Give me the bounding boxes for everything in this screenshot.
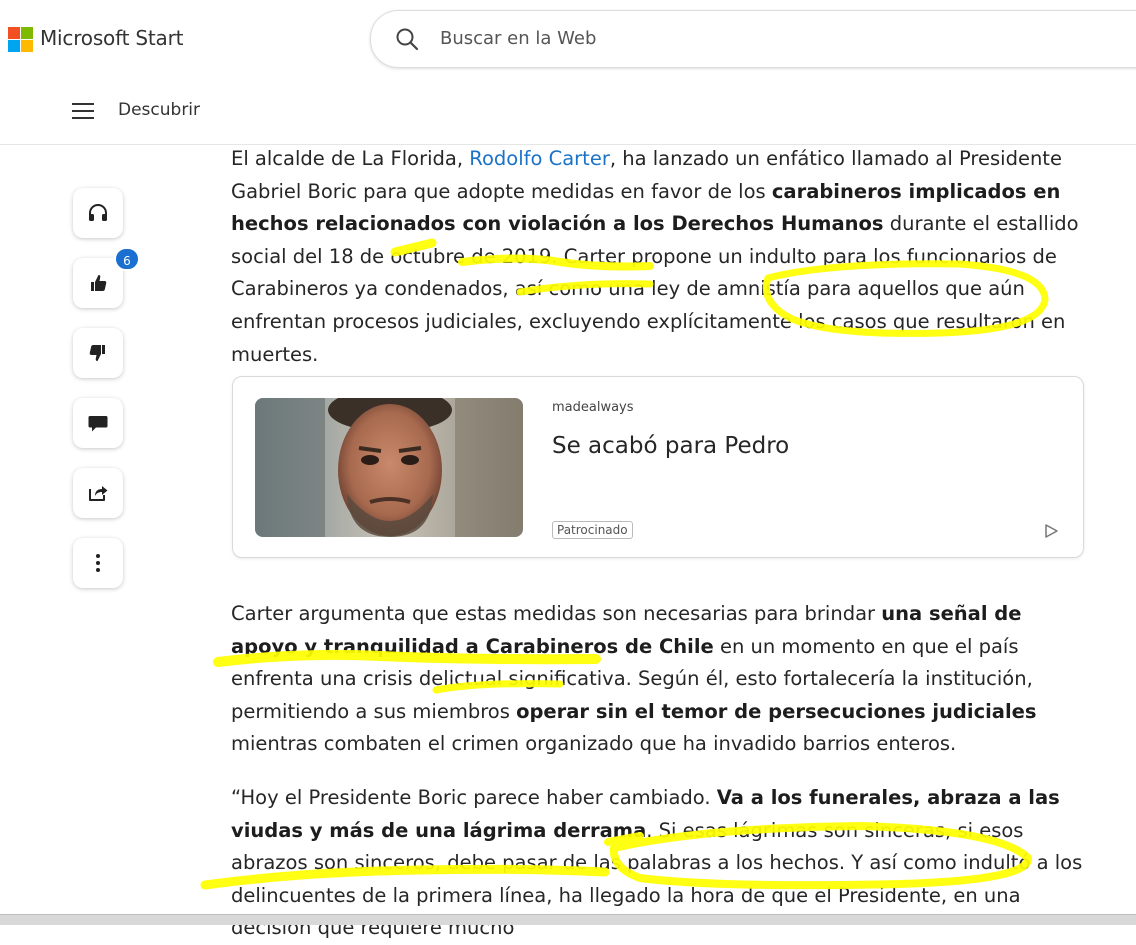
paragraph-text: durante el estallido social del 18 de oc… xyxy=(231,212,1079,366)
share-icon xyxy=(89,486,108,501)
nav-row: Descubrir xyxy=(0,80,1136,145)
ad-image[interactable] xyxy=(255,398,523,537)
sponsored-ad-card[interactable]: madealways Se acabó para Pedro Patrocina… xyxy=(232,376,1084,558)
article-paragraph-1: El alcalde de La Florida, Rodolfo Carter… xyxy=(231,143,1091,371)
search-icon xyxy=(396,28,419,51)
headphones-icon xyxy=(89,204,107,221)
listen-button[interactable] xyxy=(73,188,123,238)
paragraph-text: mientras combaten el crimen organizado q… xyxy=(231,732,957,756)
hamburger-menu-icon[interactable] xyxy=(72,103,94,119)
discover-link[interactable]: Descubrir xyxy=(118,100,200,120)
like-count-badge: 6 xyxy=(114,247,140,271)
paragraph-text: El alcalde de La Florida, xyxy=(231,147,470,170)
comment-button[interactable] xyxy=(73,398,123,448)
more-button[interactable] xyxy=(73,538,123,588)
ad-title[interactable]: Se acabó para Pedro xyxy=(552,433,789,459)
comment-icon xyxy=(88,416,108,432)
bottom-scroll-edge xyxy=(0,914,1136,925)
rodolfo-carter-link[interactable]: Rodolfo Carter xyxy=(469,147,610,170)
ad-source[interactable]: madealways xyxy=(552,400,634,415)
microsoft-logo-icon[interactable] xyxy=(8,27,34,53)
search-input[interactable]: Buscar en la Web xyxy=(440,28,596,49)
share-button[interactable] xyxy=(73,468,123,518)
sponsored-label: Patrocinado xyxy=(552,521,633,539)
more-vertical-icon xyxy=(96,554,100,572)
ad-play-icon[interactable] xyxy=(1043,523,1059,539)
paragraph-bold-text: operar sin el temor de persecuciones jud… xyxy=(516,699,1037,723)
search-box[interactable]: Buscar en la Web xyxy=(370,10,1136,68)
thumbs-up-icon xyxy=(91,275,107,291)
article-paragraph-2: Carter argumenta que estas medidas son n… xyxy=(231,598,1091,761)
top-bar: Microsoft Start Buscar en la Web xyxy=(0,0,1136,80)
brand-name[interactable]: Microsoft Start xyxy=(40,26,183,50)
paragraph-text: Carter argumenta que estas medidas son n… xyxy=(231,602,882,625)
dislike-button[interactable] xyxy=(73,328,123,378)
thumbs-down-icon xyxy=(89,345,105,361)
paragraph-text: “Hoy el Presidente Boric parece haber ca… xyxy=(231,786,717,809)
